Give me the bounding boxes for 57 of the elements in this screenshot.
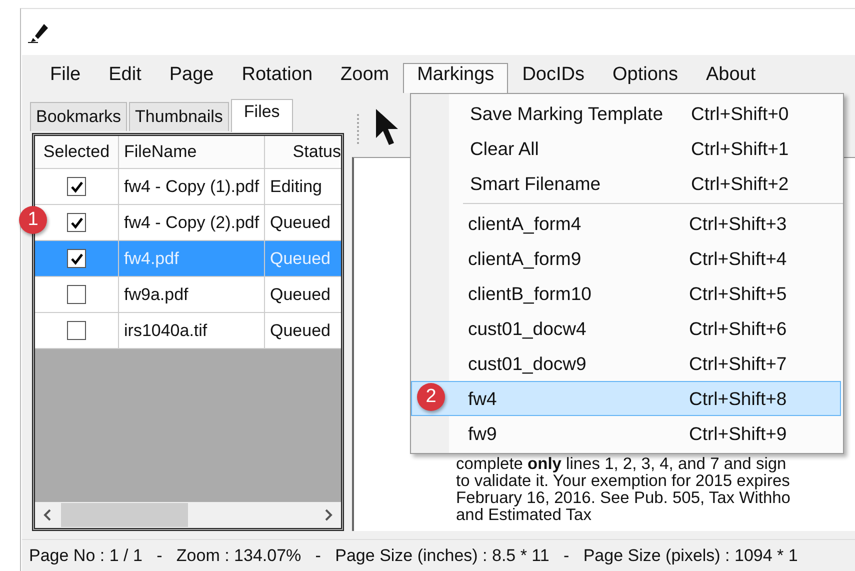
column-header[interactable]: FileName	[119, 136, 265, 168]
horizontal-scrollbar[interactable]	[35, 502, 341, 528]
menu-item[interactable]: Markings	[403, 63, 508, 93]
pointer-icon[interactable]	[374, 108, 400, 148]
table-cell: fw4 - Copy (1).pdf	[119, 169, 265, 204]
step-badge: 1	[19, 206, 47, 234]
table-cell-text: Queued	[269, 320, 332, 342]
menu-item[interactable]: Rotation	[228, 63, 327, 93]
menu-item[interactable]: File	[36, 63, 95, 93]
menu-item[interactable]: clientA_form4 Ctrl+Shift+3	[411, 206, 841, 241]
table-cell: fw4.pdf	[119, 241, 265, 276]
tab[interactable]: Thumbnails	[129, 102, 229, 131]
document-text: complete only lines 1, 2, 3, 4, and 7 and sign	[456, 456, 788, 473]
menu-item[interactable]: clientB_form10 Ctrl+Shift+5	[411, 276, 841, 311]
checkbox[interactable]	[67, 213, 86, 232]
scroll-left-icon[interactable]	[43, 509, 53, 521]
file-row[interactable]: fw9a.pdf Queued	[35, 277, 341, 313]
check-icon	[70, 180, 82, 192]
check-icon	[70, 216, 82, 228]
menu-item[interactable]: clientA_form9 Ctrl+Shift+4	[411, 241, 841, 276]
tab[interactable]: Files	[230, 99, 293, 132]
table-cell-text: Queued	[269, 212, 332, 234]
table-cell-text: Queued	[269, 284, 332, 306]
menu-item[interactable]: DocIDs	[508, 63, 598, 93]
column-header[interactable]: Status	[265, 136, 341, 168]
tab[interactable]: Bookmarks	[30, 102, 128, 131]
menu-item[interactable]: Options	[598, 63, 692, 93]
check-icon	[70, 252, 82, 264]
menu-item[interactable]: Zoom	[326, 63, 404, 93]
checkbox[interactable]	[67, 177, 86, 196]
file-row[interactable]: fw4 - Copy (1).pdf Editing	[35, 169, 341, 205]
toolbar-grip-icon	[356, 112, 360, 144]
menu-item[interactable]: Edit	[94, 63, 156, 93]
table-cell-text: Editing	[269, 176, 323, 198]
menu-item[interactable]: cust01_docw9 Ctrl+Shift+7	[411, 346, 841, 381]
file-row[interactable]: irs1040a.tif Queued	[35, 313, 341, 349]
document-text: to validate it. Your exemption for 2015 expires	[456, 473, 791, 490]
status-text: Page No : 1 / 1 - Zoom : 134.07% - Page Size (inches) : 8.5 * 11 - Page Size (pixels) : 1094 * 1	[29, 546, 798, 566]
menu-item[interactable]: Clear All Ctrl+Shift+1	[413, 131, 841, 166]
table-cell: irs1040a.tif	[119, 313, 265, 348]
menu-item[interactable]: Smart Filename Ctrl+Shift+2	[413, 166, 841, 201]
table-cell: fw9a.pdf	[119, 277, 265, 312]
checkbox[interactable]	[67, 285, 86, 304]
menu-item[interactable]: Page	[155, 63, 228, 93]
checkbox[interactable]	[67, 321, 86, 340]
menu-item[interactable]: fw9 Ctrl+Shift+9	[411, 416, 841, 451]
menu-item[interactable]: Save Marking Template Ctrl+Shift+0	[413, 96, 841, 131]
column-header[interactable]: Selected	[35, 136, 119, 168]
table-cell: fw4 - Copy (2).pdf	[119, 205, 265, 240]
scroll-right-icon[interactable]	[323, 509, 333, 521]
document-text: February 16, 2016. See Pub. 505, Tax Withho	[456, 490, 792, 507]
menu-item[interactable]: cust01_docw4 Ctrl+Shift+6	[411, 311, 841, 346]
table-cell-text: Queued	[269, 248, 332, 270]
menu-item[interactable]: About	[692, 63, 770, 93]
checkbox[interactable]	[67, 249, 86, 268]
file-row[interactable]: fw4 - Copy (2).pdf Queued	[35, 205, 341, 241]
document-text: and Estimated Tax	[456, 507, 592, 524]
